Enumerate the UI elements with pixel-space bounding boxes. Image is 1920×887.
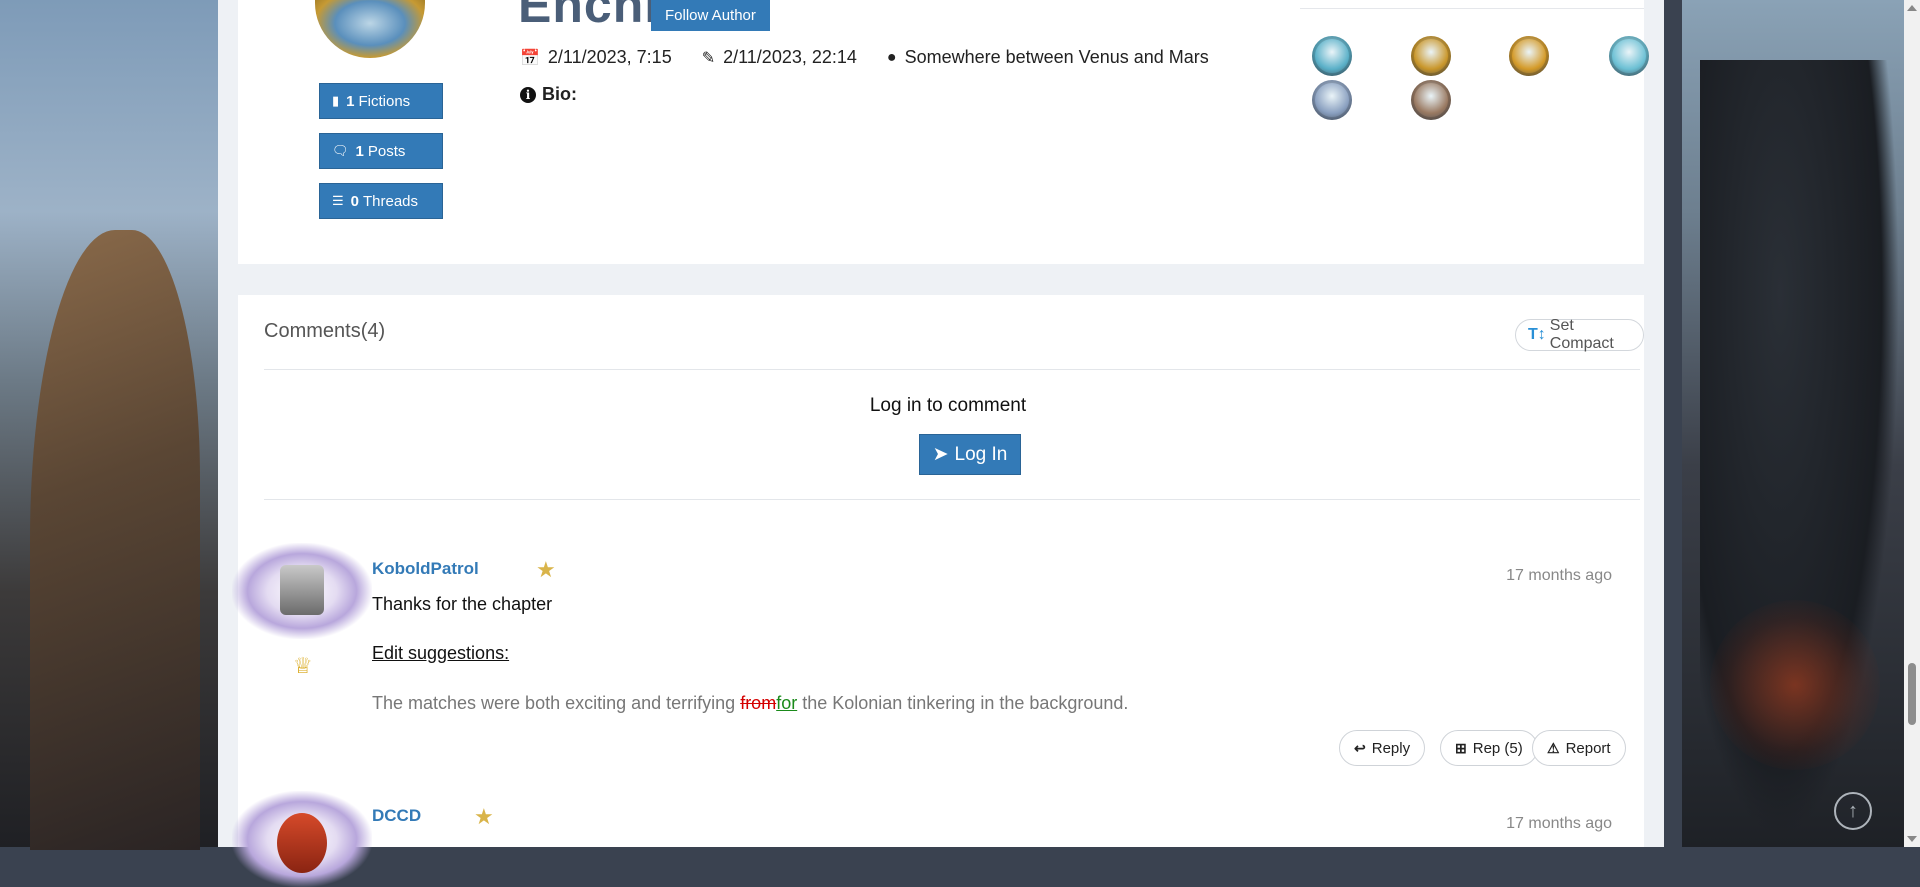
posts-label: Posts — [367, 142, 406, 160]
warning-icon: ⚠ — [1547, 739, 1560, 756]
comment-time[interactable]: 17 months ago — [1506, 567, 1612, 585]
achievement-badge-1[interactable] — [1312, 36, 1352, 76]
author-bio: i Bio: — [520, 84, 577, 105]
page-scrollbar[interactable] — [1904, 0, 1920, 847]
achievement-badge-3[interactable] — [1509, 36, 1549, 76]
suggestion-deleted-word: from — [740, 693, 777, 713]
comments-title: Comments(4) — [264, 320, 386, 342]
achievement-badge-2[interactable] — [1411, 36, 1451, 76]
fictions-count: 1 — [346, 92, 355, 110]
reply-icon: ↩ — [1354, 739, 1366, 756]
threads-button[interactable]: ☰ 0 Threads — [319, 183, 443, 219]
posts-button[interactable]: 🗨 1 Posts — [319, 133, 443, 169]
comment-time[interactable]: 17 months ago — [1506, 815, 1612, 833]
author-meta: 📅 2/11/2023, 7:15 ✎ 2/11/2023, 22:14 ● S… — [520, 47, 1209, 68]
background-art-right — [1682, 0, 1920, 847]
set-compact-label: Set Compact — [1549, 317, 1614, 352]
list-icon: ☰ — [332, 193, 344, 208]
commenter-avatar[interactable] — [232, 791, 372, 887]
set-compact-button[interactable]: T↕ Set Compact — [1515, 317, 1644, 352]
divider — [264, 499, 1640, 500]
fictions-button[interactable]: ▮ 1 Fictions — [319, 83, 443, 119]
suggestion-text: the Kolonian tinkering in the background… — [797, 693, 1129, 713]
calendar-icon: 📅 — [520, 49, 540, 67]
rep-label: Rep (5) — [1472, 739, 1523, 757]
arrow-up-icon: ↑ — [1848, 799, 1858, 822]
edit-suggestion: The matches were both exciting and terri… — [372, 693, 1128, 714]
location-pin-icon: ● — [886, 48, 897, 66]
scroll-down-arrow[interactable] — [1907, 836, 1917, 842]
comment-icon: 🗨 — [332, 143, 349, 158]
posts-count: 1 — [355, 142, 364, 160]
badges-divider — [1300, 8, 1644, 9]
edit-icon: ✎ — [701, 49, 716, 67]
login-prompt: Log in to comment — [869, 395, 1027, 416]
achievement-badge-4[interactable] — [1609, 36, 1649, 76]
comment-username[interactable]: DCCD — [372, 806, 421, 826]
log-in-button[interactable]: ➤ Log In — [919, 434, 1021, 475]
log-in-label: Log In — [954, 443, 1008, 465]
report-button[interactable]: ⚠ Report — [1532, 730, 1626, 766]
commenter-avatar[interactable] — [232, 543, 372, 639]
fictions-label: Fictions — [358, 92, 411, 110]
threads-label: Threads — [363, 192, 419, 210]
reply-label: Reply — [1371, 739, 1411, 757]
text-size-icon: T↕ — [1528, 326, 1546, 343]
sign-in-icon: ➤ — [932, 444, 949, 465]
threads-count: 0 — [350, 192, 359, 210]
crown-icon: ♕ — [293, 653, 313, 678]
follow-author-button[interactable]: Follow Author — [651, 0, 770, 31]
joined-date: 2/11/2023, 7:15 — [547, 47, 672, 67]
background-cliff — [30, 230, 200, 850]
author-name[interactable]: Enchi — [518, 0, 659, 30]
author-location: Somewhere between Venus and Mars — [904, 47, 1209, 67]
background-glow — [1710, 600, 1880, 770]
author-avatar[interactable] — [315, 0, 425, 58]
achievement-badge-6[interactable] — [1411, 80, 1451, 120]
achievement-badge-5[interactable] — [1312, 80, 1352, 120]
comments-card: Comments(4) T↕ Set Compact Log in to com… — [232, 295, 1644, 887]
scrollbar-thumb[interactable] — [1908, 663, 1916, 725]
scroll-to-top-button[interactable]: ↑ — [1834, 792, 1872, 830]
comment-username[interactable]: KoboldPatrol — [372, 559, 479, 579]
edit-suggestions-heading: Edit suggestions: — [372, 643, 510, 663]
suggestion-text: The matches were both exciting and terri… — [372, 693, 741, 713]
reply-button[interactable]: ↩ Reply — [1339, 730, 1426, 766]
star-icon: ★ — [474, 804, 494, 829]
bio-label: Bio: — [542, 84, 577, 104]
author-card: ▮ 1 Fictions 🗨 1 Posts ☰ 0 Threads Enchi… — [238, 0, 1649, 264]
info-icon: i — [520, 86, 536, 103]
background-art-left — [0, 0, 218, 850]
book-icon: ▮ — [332, 93, 340, 108]
rep-button[interactable]: ⊞ Rep (5) — [1440, 730, 1538, 766]
scroll-up-arrow[interactable] — [1907, 5, 1917, 11]
divider — [264, 369, 1640, 370]
suggestion-inserted-word: for — [776, 693, 798, 713]
comment-text: Thanks for the chapter — [372, 594, 553, 614]
star-icon: ★ — [536, 557, 556, 582]
last-active-date: 2/11/2023, 22:14 — [723, 47, 857, 67]
plus-square-icon: ⊞ — [1455, 739, 1467, 756]
report-label: Report — [1565, 739, 1611, 757]
page-content: ▮ 1 Fictions 🗨 1 Posts ☰ 0 Threads Enchi… — [218, 0, 1664, 887]
